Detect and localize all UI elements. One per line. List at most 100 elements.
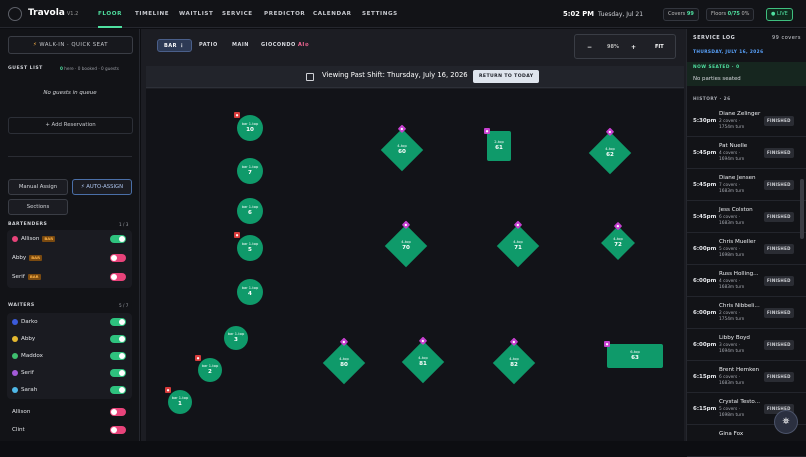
- staff-toggle[interactable]: [110, 408, 126, 416]
- history-covers: 6 covers ·: [719, 375, 741, 380]
- table-63[interactable]: ● 6-top 63: [604, 341, 663, 368]
- covers-stat: Covers 99: [663, 8, 699, 21]
- history-item[interactable]: 5:45pm Jess Colston 6 covers · 1683m turn FI…: [687, 203, 806, 233]
- filter-patio[interactable]: PATIO: [199, 39, 218, 52]
- filter-main[interactable]: MAIN: [232, 39, 249, 52]
- table-81[interactable]: ● 4-top 81: [401, 336, 445, 384]
- table-2[interactable]: ● bar 1-top 2: [195, 355, 222, 382]
- history-item[interactable]: 6:00pm Libby Boyd 3 covers · 1694m turn FINI…: [687, 331, 806, 361]
- filter-bar[interactable]: BAR ⋮: [157, 39, 192, 52]
- history-time: 5:30pm: [693, 118, 717, 124]
- waiter-row[interactable]: Darko: [12, 316, 130, 328]
- staff-toggle[interactable]: [110, 386, 126, 394]
- nav-timeline[interactable]: TIMELINE: [135, 0, 169, 28]
- nav-floor[interactable]: FLOOR: [98, 0, 123, 28]
- calendar-icon: [306, 73, 314, 81]
- history-covers: 2 covers ·: [719, 311, 741, 316]
- history-name: Russ Holling...: [719, 271, 759, 277]
- fit-button[interactable]: FIT: [655, 35, 664, 60]
- table-62[interactable]: ● 4-top 62: [588, 127, 632, 175]
- history-turn: 1694m turn: [719, 156, 745, 162]
- bartender-row[interactable]: Serif BAR: [12, 271, 130, 283]
- table-82[interactable]: ● 4-top 82: [492, 337, 536, 385]
- service-log-title: SERVICE LOG: [693, 35, 736, 41]
- staff-toggle[interactable]: [110, 254, 126, 262]
- add-reservation-button[interactable]: + Add Reservation: [8, 117, 133, 134]
- date: Tuesday, Jul 21: [598, 11, 644, 18]
- manual-assign-button[interactable]: Manual Assign: [8, 179, 68, 195]
- table-7[interactable]: bar 1-top 7: [237, 158, 263, 184]
- table-5[interactable]: ● bar 1-top 5: [234, 232, 263, 261]
- history-turn: 1683m turn: [719, 380, 745, 386]
- finished-badge: FINISHED: [764, 244, 794, 254]
- history-item[interactable]: 5:30pm Diane Zelinger 2 covers · 1754m turn…: [687, 107, 806, 137]
- history-item[interactable]: 6:00pm Chris Mueller 5 covers · 1698m turn F…: [687, 235, 806, 265]
- staff-row[interactable]: Allison: [12, 406, 130, 418]
- return-to-today-button[interactable]: RETURN TO TODAY: [473, 70, 540, 83]
- table-6[interactable]: bar 1-top 6: [237, 198, 263, 224]
- staff-toggle[interactable]: [110, 352, 126, 360]
- filter-giocondo[interactable]: GIOCONDO AI⊘: [261, 39, 309, 52]
- service-log-panel: SERVICE LOG 99 covers THURSDAY, JULY 16,…: [686, 29, 806, 457]
- table-71[interactable]: ● 4-top 71: [496, 220, 540, 268]
- waiter-row[interactable]: Maddox: [12, 350, 130, 362]
- table-content: bar 1-top 2: [198, 358, 222, 382]
- bolt-icon: ⚡: [33, 42, 38, 48]
- floors-pct: 0%: [741, 11, 750, 17]
- history-item[interactable]: 6:15pm Brent Hemken 6 covers · 1683m turn FI…: [687, 363, 806, 393]
- table-content: bar 1-top 7: [237, 158, 263, 184]
- assistant-icon[interactable]: ⛯: [774, 410, 798, 434]
- history-item[interactable]: 6:00pm Chris Nibbeli... 2 covers · 1754m tu…: [687, 299, 806, 329]
- bartender-row[interactable]: Allison BAR: [12, 233, 130, 245]
- table-72[interactable]: ● 4-top 72: [601, 221, 635, 260]
- auto-assign-button[interactable]: ⚡ AUTO-ASSIGN: [72, 179, 132, 195]
- history-time: 5:45pm: [693, 182, 717, 188]
- staff-toggle[interactable]: [110, 426, 126, 434]
- nav-service[interactable]: SERVICE: [222, 0, 253, 28]
- toggle-knob: [111, 427, 117, 433]
- history-turn: 1698m turn: [719, 412, 745, 418]
- staff-toggle[interactable]: [110, 318, 126, 326]
- bar-tag: BAR: [27, 273, 41, 280]
- live-button[interactable]: ● LIVE: [766, 8, 793, 21]
- history-heading: HISTORY · 26: [693, 97, 731, 102]
- history-item[interactable]: 5:45pm Diane Jensen 7 covers · 1683m turn FI…: [687, 171, 806, 201]
- table-61[interactable]: ● 2-top 61: [484, 128, 511, 161]
- zoom-out-button[interactable]: −: [587, 35, 592, 60]
- waiter-row[interactable]: Serif: [12, 367, 130, 379]
- table-1[interactable]: ● bar 1-top 1: [165, 387, 192, 414]
- nav-settings[interactable]: SETTINGS: [362, 0, 398, 28]
- here-count: 0: [60, 66, 63, 71]
- history-turn: 1754m turn: [719, 124, 745, 130]
- waiter-row[interactable]: Sarah: [12, 384, 130, 396]
- bartender-row[interactable]: Abby BAR: [12, 252, 130, 264]
- table-4[interactable]: bar 1-top 4: [237, 279, 263, 305]
- history-item[interactable]: 5:45pm Pat Nuelle 4 covers · 1694m turn FINI…: [687, 139, 806, 169]
- floors-value: 0/75: [727, 11, 740, 17]
- table-80[interactable]: ● 4-top 80: [322, 337, 366, 385]
- bartenders-heading: BARTENDERS: [8, 222, 48, 227]
- staff-toggle[interactable]: [110, 273, 126, 281]
- nav-calendar[interactable]: CALENDAR: [313, 0, 352, 28]
- sections-button[interactable]: Sections: [8, 199, 68, 215]
- table-70[interactable]: ● 4-top 70: [384, 220, 428, 268]
- staff-toggle[interactable]: [110, 335, 126, 343]
- table-60[interactable]: ● 4-top 60: [380, 124, 424, 172]
- nav-predictor[interactable]: PREDICTOR: [264, 0, 305, 28]
- waiter-name: Serif: [21, 370, 34, 376]
- history-item[interactable]: 6:00pm Russ Holling... 4 covers · 1683m tur…: [687, 267, 806, 297]
- staff-toggle[interactable]: [110, 235, 126, 243]
- history-scrollbar[interactable]: [800, 179, 804, 239]
- table-3[interactable]: bar 1-top 3: [224, 326, 248, 350]
- staff-toggle[interactable]: [110, 369, 126, 377]
- nav-waitlist[interactable]: WAITLIST: [179, 0, 213, 28]
- zoom-in-button[interactable]: +: [631, 35, 636, 60]
- table-10[interactable]: ● bar 1-top 10: [234, 112, 263, 141]
- walkin-quick-seat-button[interactable]: ⚡ WALK-IN · QUICK SEAT: [8, 36, 133, 54]
- waiter-row[interactable]: Abby: [12, 333, 130, 345]
- staff-row[interactable]: Clint: [12, 424, 130, 436]
- floors-stat: Floors 0/75 0%: [706, 8, 755, 21]
- toggle-knob: [119, 319, 125, 325]
- history-details: 6 covers · 1683m turn: [719, 375, 744, 386]
- guest-list-heading: GUEST LIST: [8, 66, 43, 71]
